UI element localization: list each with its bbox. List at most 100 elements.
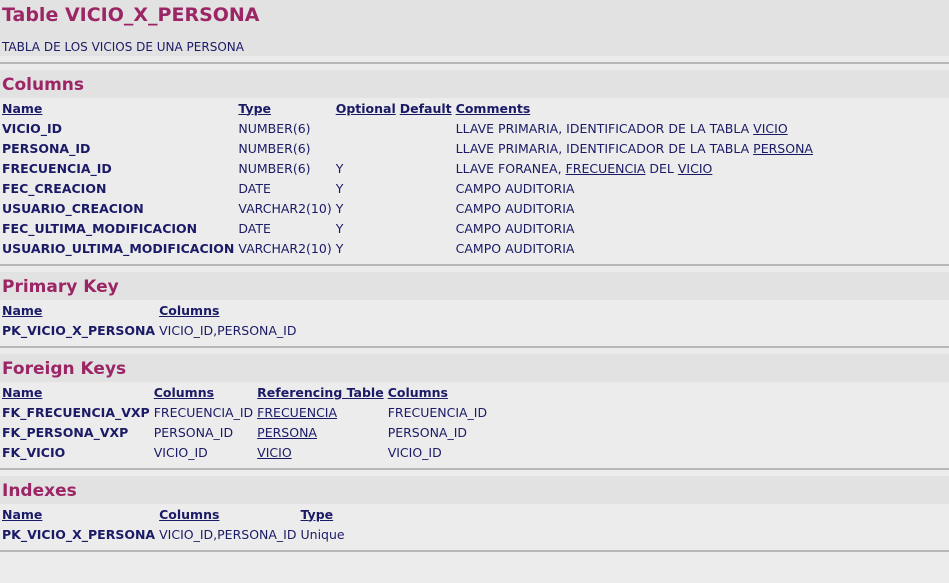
fk-name: FK_VICIO xyxy=(2,444,66,460)
primary-key-heading: Primary Key xyxy=(2,277,119,297)
table-row: FEC_ULTIMA_MODIFICACION DATE Y CAMPO AUDITO… xyxy=(0,218,815,238)
comment-text: DEL xyxy=(645,160,678,176)
divider xyxy=(0,62,949,64)
table-row: USUARIO_CREACION VARCHAR2(10) Y CAMPO AUDIT… xyxy=(0,198,815,218)
columns-heading: Columns xyxy=(2,75,85,95)
idx-header-type[interactable]: Type xyxy=(299,504,347,524)
pk-header-columns[interactable]: Columns xyxy=(157,300,298,320)
column-type: NUMBER(6) xyxy=(238,120,311,136)
fk-header-ref-columns[interactable]: Columns xyxy=(386,382,489,402)
fk-referencing-table-cell: FRECUENCIA xyxy=(255,402,386,422)
column-comment: CAMPO AUDITORIA xyxy=(454,178,815,198)
column-optional: Y xyxy=(335,220,344,236)
column-type: VARCHAR2(10) xyxy=(238,240,332,256)
fk-columns: VICIO_ID xyxy=(153,444,208,460)
fk-name: FK_FRECUENCIA_VXP xyxy=(2,404,150,420)
foreign-keys-table: Name Columns Referencing Table Columns F… xyxy=(0,382,489,462)
column-name: FEC_ULTIMA_MODIFICACION xyxy=(2,220,198,236)
table-row: VICIO_ID NUMBER(6) LLAVE PRIMARIA, IDENTIF… xyxy=(0,118,815,138)
column-name: FEC_CREACION xyxy=(2,180,107,196)
column-type: NUMBER(6) xyxy=(238,160,311,176)
table-row: FEC_CREACION DATE Y CAMPO AUDITORIA xyxy=(0,178,815,198)
column-optional xyxy=(334,138,398,158)
fk-columns: PERSONA_ID xyxy=(153,424,234,440)
idx-header-columns[interactable]: Columns xyxy=(157,504,298,524)
table-description: TABLA DE LOS VICIOS DE UNA PERSONA xyxy=(2,40,244,54)
divider xyxy=(0,468,949,470)
fk-name: FK_PERSONA_VXP xyxy=(2,424,129,440)
index-columns: VICIO_ID,PERSONA_ID xyxy=(159,526,297,542)
column-default xyxy=(398,198,454,218)
column-name: FRECUENCIA_ID xyxy=(2,160,112,176)
column-optional: Y xyxy=(335,240,344,256)
referencing-table-link[interactable]: FRECUENCIA xyxy=(257,405,337,420)
comment-text: CAMPO AUDITORIA xyxy=(455,240,575,256)
foreign-keys-section: Foreign Keys Name Columns Referencing Ta… xyxy=(0,354,949,462)
comment-text: CAMPO AUDITORIA xyxy=(455,180,575,196)
fk-ref-columns: VICIO_ID xyxy=(387,444,442,460)
indexes-section: Indexes Name Columns Type PK_VICIO_X_PER… xyxy=(0,476,949,544)
table-row: PK_VICIO_X_PERSONA VICIO_ID,PERSONA_ID xyxy=(0,320,299,340)
pk-header-name[interactable]: Name xyxy=(0,300,157,320)
table-link[interactable]: VICIO xyxy=(678,161,713,176)
col-header-comments[interactable]: Comments xyxy=(454,98,815,118)
divider xyxy=(0,550,949,552)
fk-ref-columns: PERSONA_ID xyxy=(387,424,468,440)
col-header-optional[interactable]: Optional xyxy=(334,98,398,118)
fk-header-columns[interactable]: Columns xyxy=(152,382,255,402)
index-type: Unique xyxy=(300,526,345,542)
column-default xyxy=(398,118,454,138)
table-link[interactable]: FRECUENCIA xyxy=(566,161,646,176)
column-type: DATE xyxy=(238,180,271,196)
pk-columns: VICIO_ID,PERSONA_ID xyxy=(159,322,297,338)
comment-text: LLAVE FORANEA, xyxy=(455,160,566,176)
fk-header-referencing-table[interactable]: Referencing Table xyxy=(255,382,386,402)
column-default xyxy=(398,178,454,198)
column-comment: CAMPO AUDITORIA xyxy=(454,218,815,238)
table-link[interactable]: PERSONA xyxy=(753,141,813,156)
referencing-table-link[interactable]: PERSONA xyxy=(257,425,317,440)
column-comment: LLAVE FORANEA, FRECUENCIA DEL VICIO xyxy=(454,158,815,178)
column-comment: LLAVE PRIMARIA, IDENTIFICADOR DE LA TABL… xyxy=(454,118,815,138)
fk-referencing-table-cell: PERSONA xyxy=(255,422,386,442)
column-name: PERSONA_ID xyxy=(2,140,91,156)
divider xyxy=(0,264,949,266)
column-default xyxy=(398,138,454,158)
col-header-type[interactable]: Type xyxy=(236,98,333,118)
columns-table: Name Type Optional Default Comments VICI… xyxy=(0,98,815,258)
column-default xyxy=(398,158,454,178)
idx-header-name[interactable]: Name xyxy=(0,504,157,524)
col-header-name[interactable]: Name xyxy=(0,98,236,118)
col-header-default[interactable]: Default xyxy=(398,98,454,118)
table-link[interactable]: VICIO xyxy=(753,121,788,136)
column-comment: CAMPO AUDITORIA xyxy=(454,198,815,218)
column-optional: Y xyxy=(335,180,344,196)
title-band: Table VICIO_X_PERSONA TABLA DE LOS VICIO… xyxy=(0,0,949,56)
indexes-heading: Indexes xyxy=(2,481,77,501)
column-name: USUARIO_CREACION xyxy=(2,200,144,216)
table-row: FK_VICIO VICIO_ID VICIO VICIO_ID xyxy=(0,442,489,462)
column-optional xyxy=(334,118,398,138)
columns-section: Columns Name Type Optional Default Comme… xyxy=(0,70,949,258)
fk-referencing-table-cell: VICIO xyxy=(255,442,386,462)
fk-ref-columns: FRECUENCIA_ID xyxy=(387,404,488,420)
fk-header-name[interactable]: Name xyxy=(0,382,152,402)
indexes-table: Name Columns Type PK_VICIO_X_PERSONA VIC… xyxy=(0,504,347,544)
table-row: FK_PERSONA_VXP PERSONA_ID PERSONA PERSONA_I… xyxy=(0,422,489,442)
table-row: FK_FRECUENCIA_VXP FRECUENCIA_ID FRECUENCIA… xyxy=(0,402,489,422)
column-name: VICIO_ID xyxy=(2,120,63,136)
referencing-table-link[interactable]: VICIO xyxy=(257,445,292,460)
column-comment: LLAVE PRIMARIA, IDENTIFICADOR DE LA TABL… xyxy=(454,138,815,158)
column-type: VARCHAR2(10) xyxy=(238,200,332,216)
primary-key-table: Name Columns PK_VICIO_X_PERSONA VICIO_ID… xyxy=(0,300,299,340)
table-row: PK_VICIO_X_PERSONA VICIO_ID,PERSONA_ID U… xyxy=(0,524,347,544)
column-default xyxy=(398,238,454,258)
comment-text: CAMPO AUDITORIA xyxy=(455,220,575,236)
comment-text: CAMPO AUDITORIA xyxy=(455,200,575,216)
divider xyxy=(0,346,949,348)
column-type: NUMBER(6) xyxy=(238,140,311,156)
foreign-keys-heading: Foreign Keys xyxy=(2,359,127,379)
comment-text: LLAVE PRIMARIA, IDENTIFICADOR DE LA TABL… xyxy=(455,120,754,136)
pk-name: PK_VICIO_X_PERSONA xyxy=(2,322,156,338)
column-comment: CAMPO AUDITORIA xyxy=(454,238,815,258)
